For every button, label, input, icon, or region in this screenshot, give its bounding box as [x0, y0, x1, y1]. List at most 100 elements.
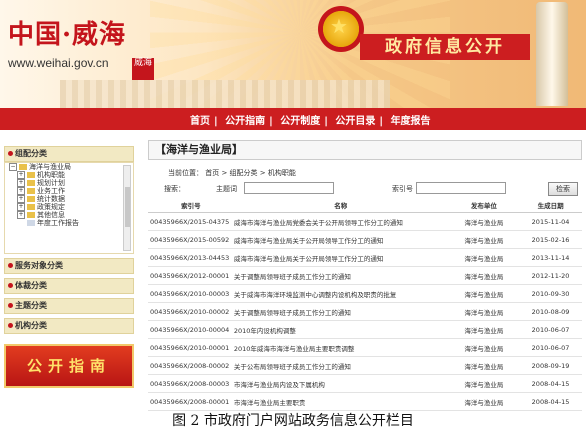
tree-item-label: 规划计划: [37, 179, 65, 187]
sidebar-section-topic[interactable]: 主题分类: [4, 298, 134, 314]
site-header: 中国·威海 www.weihai.gov.cn 威海 ★ 政府信息公开: [0, 0, 586, 108]
expand-icon[interactable]: +: [17, 195, 25, 203]
tree-item-label: 年度工作报告: [37, 219, 79, 227]
index-cell: 00435966X/2008-00002: [148, 356, 233, 375]
tree-item[interactable]: +年度工作报告: [5, 219, 133, 227]
tree-item[interactable]: − 海洋与渔业局: [5, 163, 133, 171]
tree-item[interactable]: + 统计数据: [5, 195, 133, 203]
index-cell: 00435966X/2010-00004: [148, 320, 233, 339]
date-cell: 2008-04-15: [519, 374, 582, 393]
publisher-cell: 海洋与渔业局: [448, 338, 520, 357]
publisher-cell: 海洋与渔业局: [448, 374, 520, 393]
title-link[interactable]: 威海市海洋与渔业局党委会关于公开局领导工作分工的通知: [232, 212, 449, 231]
expand-icon[interactable]: +: [17, 179, 25, 187]
seal-stamp-icon: 威海: [132, 58, 154, 80]
title-link[interactable]: 2010年威海市海洋与渔业局主要职责调整: [232, 338, 449, 357]
tree-item-label: 其他信息: [37, 211, 65, 219]
date-cell: 2012-11-20: [519, 266, 582, 285]
title-link[interactable]: 关于调整局领导班子成员工作分工的通知: [232, 266, 449, 285]
title-link[interactable]: 2010年内设机构调整: [232, 320, 449, 339]
category-tree: − 海洋与渔业局 + 机构职能 + 规划计划 + 业务工作 + 统计数据 + 政策规定 + 其…: [4, 162, 134, 254]
folder-icon: [19, 164, 27, 170]
table-row[interactable]: 00435966X/2008-00001 市海洋与渔业局主要职责 海洋与渔业局 200…: [148, 392, 582, 411]
date-cell: 2010-08-09: [519, 302, 582, 321]
title-link[interactable]: 威海市海洋与渔业局关于公开局领导工作分工的通知: [232, 230, 449, 249]
sidebar-section-grouping[interactable]: 组配分类: [4, 146, 134, 162]
column-header-date: 生成日期: [519, 198, 582, 213]
column-header-name: 名称: [232, 198, 449, 213]
tree-item[interactable]: + 业务工作: [5, 187, 133, 195]
table-row[interactable]: 00435966X/2008-00002 关于公布局领导班子成员工作分工的通知 海洋…: [148, 356, 582, 375]
huabiao-pillar-icon: [536, 2, 568, 106]
nav-separator: |: [379, 116, 384, 127]
table-row[interactable]: 00435966X/2010-00004 2010年内设机构调整 海洋与渔业局 201…: [148, 320, 582, 339]
date-cell: 2008-09-19: [519, 356, 582, 375]
search-button[interactable]: 检索: [548, 182, 578, 196]
tree-item-label: 政策规定: [37, 203, 65, 211]
nav-item-catalog[interactable]: 公开目录: [335, 116, 375, 127]
title-link[interactable]: 市海洋与渔业局内设及下属机构: [232, 374, 449, 393]
page: 中国·威海 www.weihai.gov.cn 威海 ★ 政府信息公开 首页 | …: [0, 0, 586, 435]
nav-separator: |: [214, 116, 218, 127]
expand-icon[interactable]: +: [17, 171, 25, 179]
table-row[interactable]: 00435966X/2012-00001 关于调整局领导班子成员工作分工的通知 海洋…: [148, 266, 582, 285]
table-row[interactable]: 00435966X/2010-00003 关于威海市海洋环境监测中心调整内设机构及…: [148, 284, 582, 303]
column-header-publisher: 发布单位: [448, 198, 520, 213]
expand-icon[interactable]: +: [17, 187, 25, 195]
title-link[interactable]: 关于公布局领导班子成员工作分工的通知: [232, 356, 449, 375]
publisher-cell: 海洋与渔业局: [448, 248, 520, 267]
table-header-row: 索引号 名称 发布单位 生成日期: [148, 198, 582, 213]
tree-item[interactable]: + 政策规定: [5, 203, 133, 211]
sidebar-section-audience[interactable]: 服务对象分类: [4, 258, 134, 274]
publisher-cell: 海洋与渔业局: [448, 266, 520, 285]
topic-input[interactable]: [244, 182, 334, 194]
folder-icon: [27, 212, 35, 218]
table-row[interactable]: 00435966X/2013-04453 威海市海洋与渔业局关于公开局领导工作分工…: [148, 248, 582, 267]
site-logo[interactable]: 中国·威海: [8, 14, 126, 51]
tree-item-label: 海洋与渔业局: [29, 163, 71, 171]
table-row[interactable]: 00435966X/2010-00002 关于调整局领导班子成员工作分工的通知 海洋…: [148, 302, 582, 321]
table-row[interactable]: 00435966X/2015-00592 威海市海洋与渔业局关于公开局领导工作分工…: [148, 230, 582, 249]
table-row[interactable]: 00435966X/2015-04375 威海市海洋与渔业局党委会关于公开局领导工…: [148, 212, 582, 231]
publisher-cell: 海洋与渔业局: [448, 302, 520, 321]
title-link[interactable]: 市海洋与渔业局主要职责: [232, 392, 449, 411]
collapse-icon[interactable]: −: [9, 163, 17, 171]
nav-item-rules[interactable]: 公开制度: [280, 116, 320, 127]
index-cell: 00435966X/2008-00003: [148, 374, 233, 393]
disclosure-guide-banner[interactable]: 公开指南: [4, 344, 134, 388]
date-cell: 2013-11-14: [519, 248, 582, 267]
nav-item-annual-report[interactable]: 年度报告: [391, 116, 431, 127]
folder-icon: [27, 204, 35, 210]
tree-scrollbar-thumb[interactable]: [125, 187, 130, 227]
date-cell: 2015-02-16: [519, 230, 582, 249]
folder-icon: [27, 172, 35, 178]
title-link[interactable]: 威海市海洋与渔业局关于公开局领导工作分工的通知: [232, 248, 449, 267]
index-cell: 00435966X/2015-00592: [148, 230, 233, 249]
publisher-cell: 海洋与渔业局: [448, 284, 520, 303]
tree-item[interactable]: + 规划计划: [5, 179, 133, 187]
nav-item-home[interactable]: 首页: [190, 116, 210, 127]
page-title: 【海洋与渔业局】: [148, 140, 582, 160]
publisher-cell: 海洋与渔业局: [448, 230, 520, 249]
sidebar-section-agency[interactable]: 机构分类: [4, 318, 134, 334]
table-row[interactable]: 00435966X/2010-00001 2010年威海市海洋与渔业局主要职责调整…: [148, 338, 582, 357]
search-label: 搜索：: [164, 185, 185, 193]
tree-item-label: 业务工作: [37, 187, 65, 195]
figure-caption: 图 2 市政府门户网站政务信息公开栏目: [172, 413, 414, 429]
table-row[interactable]: 00435966X/2008-00003 市海洋与渔业局内设及下属机构 海洋与渔业局…: [148, 374, 582, 393]
publisher-cell: 海洋与渔业局: [448, 392, 520, 411]
index-label: 索引号: [392, 185, 413, 193]
index-input[interactable]: [416, 182, 506, 194]
tree-item[interactable]: + 机构职能: [5, 171, 133, 179]
header-banner: 政府信息公开: [360, 34, 530, 60]
sidebar-section-genre[interactable]: 体裁分类: [4, 278, 134, 294]
expand-icon[interactable]: +: [17, 211, 25, 219]
tree-item-label: 机构职能: [37, 171, 65, 179]
top-navigation: 首页 | 公开指南 | 公开制度 | 公开目录 | 年度报告: [0, 108, 586, 130]
expand-icon[interactable]: +: [17, 203, 25, 211]
title-link[interactable]: 关于调整局领导班子成员工作分工的通知: [232, 302, 449, 321]
title-link[interactable]: 关于威海市海洋环境监测中心调整内设机构及职责的批复: [232, 284, 449, 303]
tree-item[interactable]: + 其他信息: [5, 211, 133, 219]
nav-item-guide[interactable]: 公开指南: [225, 116, 265, 127]
nav-separator: |: [269, 116, 273, 127]
